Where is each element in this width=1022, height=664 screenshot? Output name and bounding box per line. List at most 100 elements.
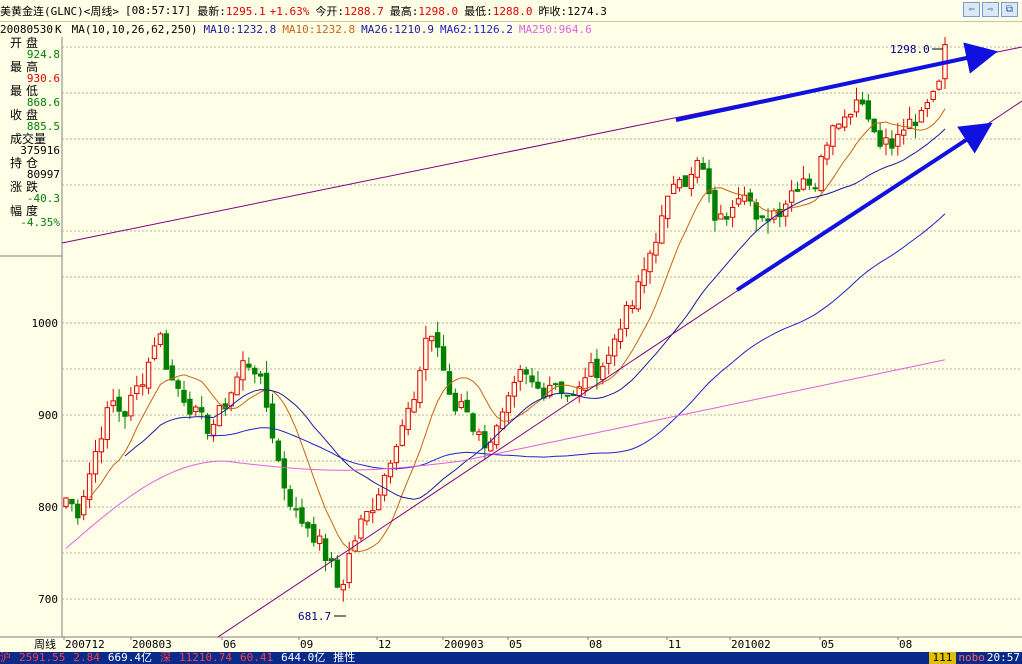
candle-down [759,215,765,219]
candle-up [346,553,352,584]
next-arrow-icon[interactable]: ⇨ [982,2,999,17]
candle-up [617,328,624,343]
instrument-title: 美黄金连(GLNC)<周线> [0,4,119,18]
open-label: 今开:1288.7 [315,4,384,18]
candle-down [198,407,205,413]
prevclose-label: 昨收:1274.3 [538,4,607,18]
candle-up [429,335,435,342]
candle-down [334,559,341,588]
ma62-value: MA62:1126.2 [440,23,513,36]
candle-up [411,399,417,413]
x-tick-label: 201002 [731,638,771,651]
candle-up [641,269,647,286]
candle-down [252,367,258,375]
candle-up [895,133,901,147]
candle-up [234,376,240,396]
candle-down [275,440,282,461]
candle-up [417,370,423,404]
candle-down [181,389,187,403]
x-tick-label: 12 [378,638,391,651]
candle-down [682,175,689,187]
ma250-value: MA250:964.6 [518,23,592,36]
bar-type: K [54,23,62,36]
candle-up [629,305,636,309]
ma-legend: 20080530 K MA(10,10,26,62,250) MA10:1232… [0,22,598,37]
candle-up [151,345,158,360]
ma10a-value: MA10:1232.8 [203,23,277,36]
candle-up [936,80,942,90]
candle-down [440,346,447,371]
candle-up [842,116,848,128]
status-extra[interactable]: 推性 [333,652,355,664]
candle-up [80,496,87,516]
candle-down [299,507,305,524]
prev-arrow-icon[interactable]: ⇦ [963,2,980,17]
candle-up [210,423,217,436]
sh-amount: 669.4亿 [107,652,152,664]
y-tick-label: 700 [38,593,58,606]
candle-up [387,462,394,478]
candle-up [824,144,830,160]
axis-title: 周线 [34,637,56,651]
candle-down [865,100,872,120]
restore-window-icon[interactable]: ⧉ [1001,2,1018,17]
candle-up [611,338,618,357]
high-annotation: 1298.0 [890,43,930,56]
candle-up [476,431,482,436]
high-label: 最高:1298.0 [389,4,459,18]
candle-down [434,332,441,348]
candle-up [918,110,925,123]
candle-up [676,178,683,189]
candle-up [340,583,346,591]
prevclose-value: 1274.3 [567,4,607,18]
x-tick-label: 05 [509,638,522,651]
candle-down [187,398,193,415]
candle-down [293,508,299,511]
sz-change: 60.41 [239,652,274,664]
candle-up [139,384,146,387]
candle-up [393,446,400,464]
upper-arrow [675,42,998,122]
sz-amount: 644.0亿 [281,652,326,664]
candle-down [877,130,883,147]
candle-down [523,369,529,375]
candle-down [794,188,801,192]
x-tick-label: 200712 [65,638,105,651]
x-tick-label: 08 [899,638,912,651]
candle-up [399,425,405,446]
candle-up [729,206,736,218]
candle-up [240,360,246,381]
candle-up [134,385,140,395]
low-value: 1288.0 [492,4,533,18]
candle-up [193,406,199,413]
ma26-value: MA26:1210.9 [361,23,435,36]
low-annotation: 681.7 [298,610,331,623]
sz-label: 深 [159,652,171,664]
ma-params[interactable]: MA(10,10,26,62,250) [72,23,198,36]
candle-down [204,414,211,434]
latest-value: 1295.1 [225,4,266,18]
candle-down [812,187,818,190]
x-tick-label: 200903 [444,638,484,651]
candle-up [458,401,464,409]
candle-up [98,438,105,453]
candle-down [535,381,541,389]
candle-up [375,494,382,511]
sh-label: 沪 [0,652,11,664]
candle-up [405,407,411,430]
candle-up [847,113,854,118]
candle-up [157,333,164,346]
candle-down [116,396,122,412]
candle-down [163,333,169,370]
candle-up [653,241,659,256]
candle-up [853,99,860,113]
kline-chart[interactable]: 1000 900 800 700 200712 200803 06 09 12 200903 05… [0,37,1022,652]
candle-up [488,441,494,452]
candle-down [564,394,571,397]
candle-up [924,102,931,109]
candle-down [287,489,293,507]
candle-up [788,190,795,203]
candle-up [511,382,518,397]
candle-down [912,121,919,127]
candle-down [806,178,813,186]
